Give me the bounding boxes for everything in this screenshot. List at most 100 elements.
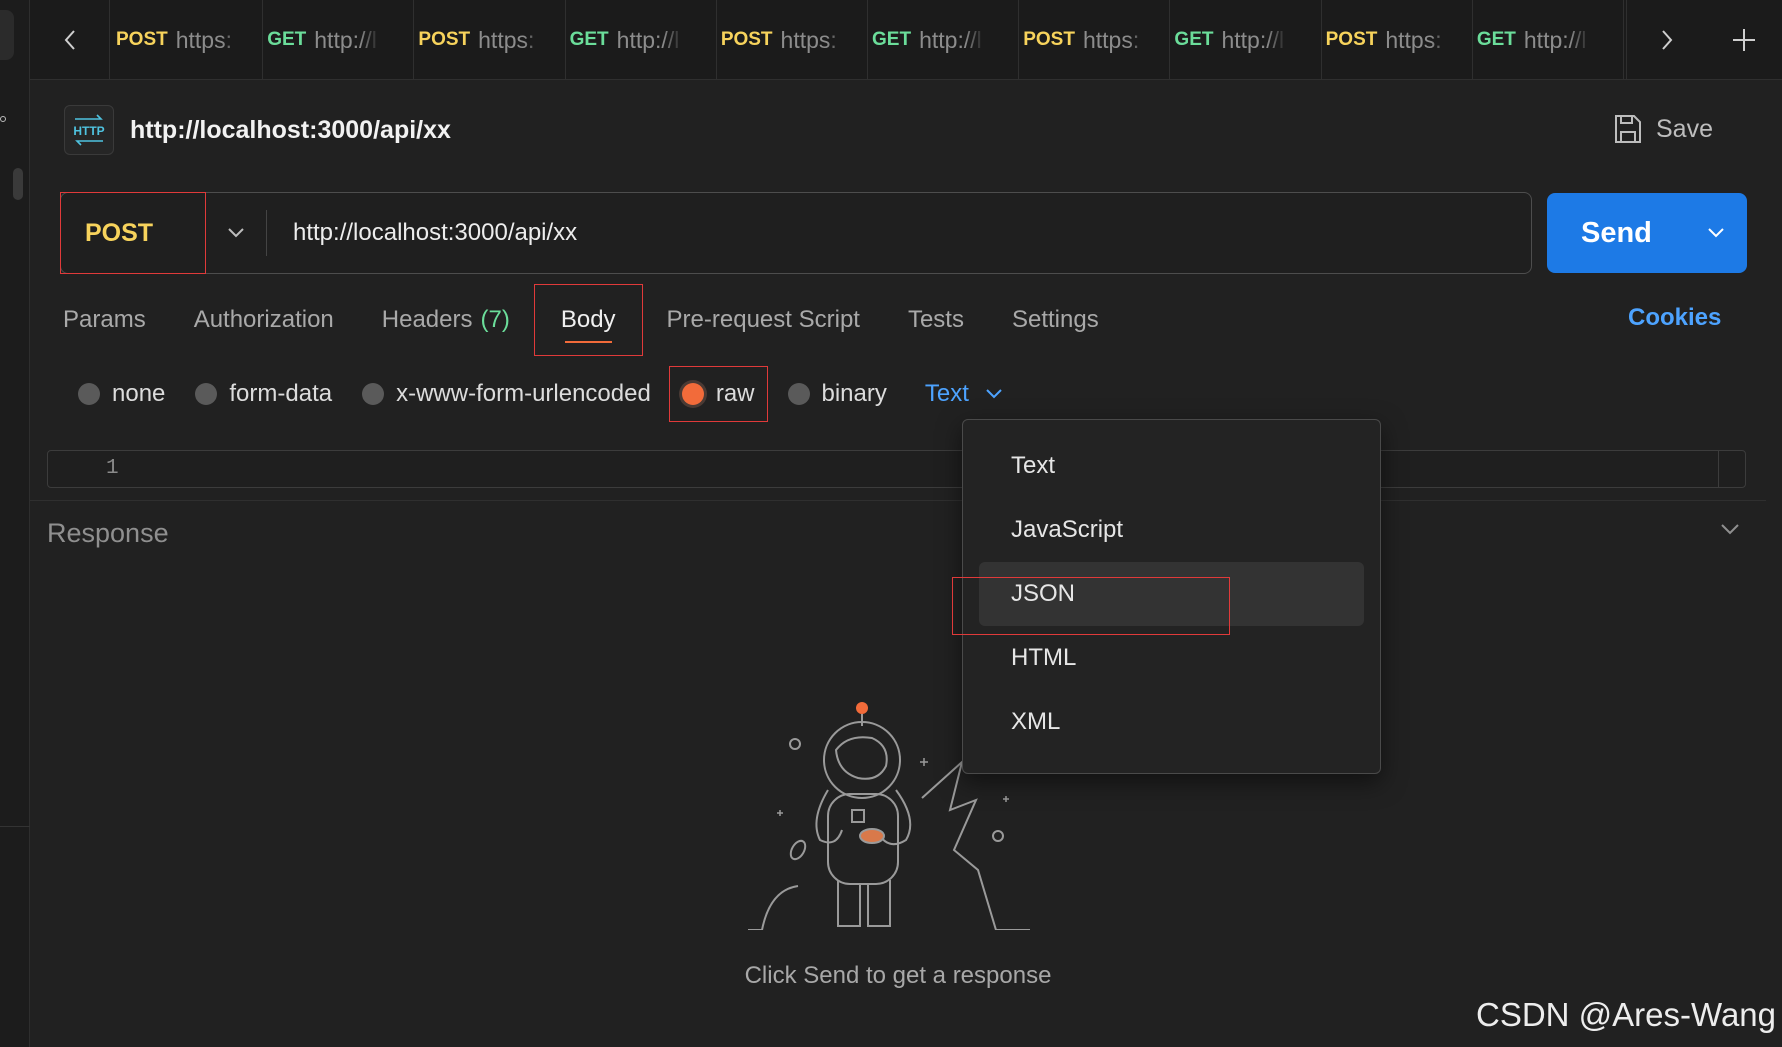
left-gutter	[0, 0, 30, 1047]
body-type-urlencoded-label: x-www-form-urlencoded	[396, 380, 651, 407]
request-config-tabs: Params Authorization Headers (7) Body Pr…	[63, 284, 1123, 356]
method-select[interactable]: POST	[60, 192, 206, 274]
chevron-down-icon	[1708, 228, 1724, 238]
tab-url-label: https:	[1082, 26, 1140, 53]
url-input[interactable]	[267, 193, 1531, 273]
request-tab[interactable]: GET http://l	[566, 0, 717, 80]
sidebar-scrollbar[interactable]	[13, 168, 23, 200]
format-option-label: JSON	[1011, 580, 1076, 607]
empty-response-message: Click Send to get a response	[744, 962, 1052, 989]
radio-icon	[362, 383, 385, 405]
tab-scroll-left-button[interactable]	[30, 0, 110, 80]
page-title: http://localhost:3000/api/xx	[130, 115, 451, 144]
format-option-javascript[interactable]: JavaScript	[963, 498, 1380, 562]
request-tab[interactable]: GET http://l	[1473, 0, 1625, 80]
save-icon	[1615, 115, 1641, 143]
tab-settings[interactable]: Settings	[988, 284, 1123, 356]
app-window: POST https: GET http://l POST https: GET http:/…	[0, 0, 1782, 1047]
radio-icon	[787, 383, 810, 405]
tab-url-label: http://l	[1523, 26, 1587, 53]
tab-url-label: http://l	[616, 26, 680, 53]
watermark-text: CSDN @Ares-Wang	[1476, 996, 1776, 1033]
response-title: Response	[47, 518, 169, 548]
tab-body[interactable]: Body	[533, 284, 643, 356]
tab-method-badge: POST	[116, 29, 168, 50]
body-type-binary[interactable]: binary	[787, 366, 887, 422]
body-type-form-data[interactable]: form-data	[195, 366, 332, 422]
format-option-xml[interactable]: XML	[963, 690, 1380, 754]
tab-url-label: http://l	[314, 26, 377, 53]
send-options-button[interactable]	[1691, 227, 1741, 239]
new-tab-button[interactable]	[1706, 0, 1782, 80]
method-dropdown-button[interactable]	[206, 192, 266, 274]
chevron-down-icon	[986, 389, 1002, 399]
format-option-html[interactable]: HTML	[963, 626, 1380, 690]
request-tab[interactable]: POST https:	[717, 0, 869, 80]
tab-method-badge: GET	[1174, 29, 1214, 50]
headers-count-badge: (7)	[480, 306, 510, 333]
tab-method-badge: POST	[418, 29, 471, 50]
radio-icon	[195, 383, 218, 405]
tab-url-label: http://l	[919, 26, 982, 53]
tab-method-badge: GET	[872, 29, 912, 50]
request-header: HTTP http://localhost:3000/api/xx	[64, 104, 451, 156]
tab-scroll-right-button[interactable]	[1626, 0, 1706, 80]
body-type-form-data-label: form-data	[229, 380, 333, 407]
cookies-link[interactable]: Cookies	[1628, 304, 1721, 332]
chevron-right-icon	[1661, 30, 1672, 50]
send-label: Send	[1581, 216, 1652, 249]
plus-icon	[1733, 29, 1755, 51]
tab-url-label: https:	[1385, 26, 1442, 53]
format-option-label: Text	[1011, 452, 1056, 479]
tab-method-badge: POST	[1325, 29, 1378, 50]
tab-method-badge: GET	[1476, 29, 1516, 50]
tab-url-label: https:	[175, 26, 232, 53]
raw-format-select[interactable]: Text	[925, 380, 1003, 408]
request-tab[interactable]: POST https:	[1019, 0, 1171, 80]
request-tab[interactable]: POST https:	[1322, 0, 1473, 80]
raw-format-value: Text	[924, 380, 969, 407]
tab-tests[interactable]: Tests	[884, 284, 988, 356]
request-tab[interactable]: POST https:	[414, 0, 566, 80]
status-dot-icon	[0, 116, 6, 122]
format-option-label: XML	[1011, 708, 1061, 735]
tab-authorization[interactable]: Authorization	[170, 284, 358, 356]
body-type-raw[interactable]: raw	[668, 366, 768, 422]
request-tab-strip: POST https: GET http://l POST https: GET http:/…	[30, 0, 1782, 80]
radio-selected-icon	[681, 383, 704, 405]
tab-prerequest-script[interactable]: Pre-request Script	[643, 284, 884, 356]
body-editor[interactable]: 1	[47, 450, 1746, 488]
tab-method-badge: GET	[569, 29, 609, 50]
response-divider[interactable]	[30, 500, 1766, 501]
url-bar: POST	[60, 192, 1532, 274]
save-label: Save	[1656, 114, 1713, 143]
send-button[interactable]: Send	[1547, 193, 1747, 273]
body-type-selector: none form-data x-www-form-urlencoded raw…	[78, 366, 1003, 422]
body-type-none-label: none	[112, 380, 166, 407]
chevron-down-icon	[1721, 524, 1739, 535]
tab-url-label: https:	[478, 26, 535, 53]
format-option-text[interactable]: Text	[963, 434, 1380, 498]
chevron-left-icon	[64, 30, 75, 50]
radio-icon	[78, 383, 100, 405]
chevron-down-icon	[228, 228, 244, 238]
request-tab[interactable]: GET http://l	[1170, 0, 1322, 80]
body-type-urlencoded[interactable]: x-www-form-urlencoded	[362, 366, 651, 422]
tab-headers[interactable]: Headers (7)	[358, 284, 534, 356]
sidebar-handle[interactable]	[0, 10, 14, 60]
gutter-divider	[0, 826, 30, 827]
body-type-raw-label: raw	[715, 380, 755, 407]
request-tab[interactable]: POST https:	[112, 0, 264, 80]
tab-method-badge: POST	[720, 29, 773, 50]
request-tabs: POST https: GET http://l POST https: GET http:/…	[112, 0, 1625, 80]
response-collapse-button[interactable]	[1720, 522, 1740, 540]
request-tab[interactable]: GET http://l	[263, 0, 415, 80]
tab-params[interactable]: Params	[63, 284, 170, 356]
body-type-none[interactable]: none	[78, 366, 165, 422]
tab-url-label: http://l	[1221, 26, 1285, 53]
save-button[interactable]: Save	[1614, 108, 1713, 150]
editor-scrollbar[interactable]	[1718, 451, 1719, 487]
request-tab[interactable]: GET http://l	[868, 0, 1020, 80]
tab-method-badge: GET	[267, 29, 307, 50]
format-option-label: JavaScript	[1011, 516, 1124, 543]
